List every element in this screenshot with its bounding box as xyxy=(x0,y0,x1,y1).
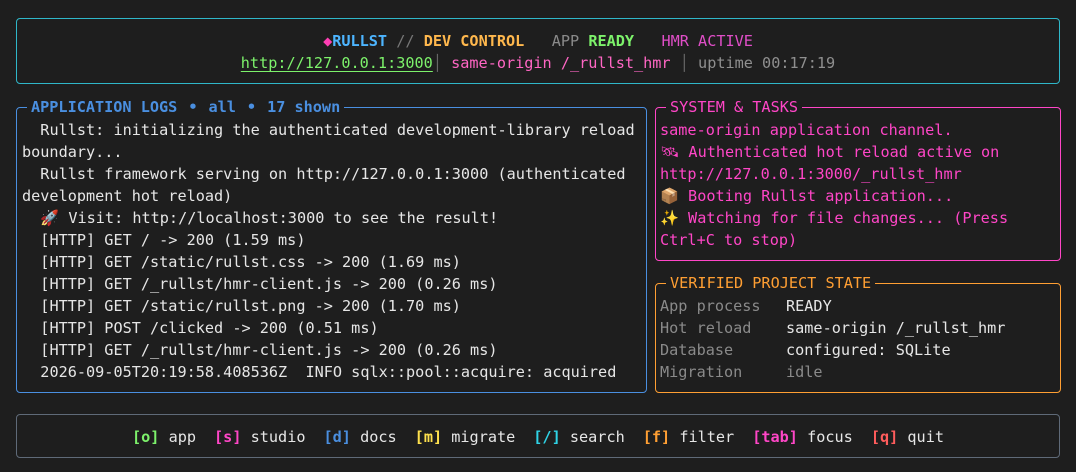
keybinding-key: [tab] xyxy=(752,428,798,446)
log-line: [HTTP] GET /_rullst/hmr-client.js -> 200… xyxy=(22,275,498,293)
system-tasks-panel[interactable]: SYSTEM & TASKS same-origin application c… xyxy=(655,96,1061,261)
keybinding-key: [q] xyxy=(870,428,899,446)
keybinding-key: [d] xyxy=(323,428,351,446)
system-line: ✨ Watching for file changes... (Press Ct… xyxy=(660,209,1018,249)
verified-title: VERIFIED PROJECT STATE xyxy=(666,272,876,294)
system-messages: same-origin application channel. 🛰 Authe… xyxy=(660,119,1054,251)
keybinding-label: quit xyxy=(907,428,944,446)
dot-separator: • xyxy=(188,98,198,116)
state-value: configured: SQLite xyxy=(786,341,951,359)
header-panel: ◆RULLST // DEV CONTROL APP READY HMR ACT… xyxy=(16,18,1060,84)
keybinding-label: docs xyxy=(360,428,397,446)
logs-filter: all xyxy=(208,98,236,116)
mode-label: DEV CONTROL xyxy=(423,32,525,50)
keybinding-label: studio xyxy=(250,428,306,446)
state-value: same-origin /_rullst_hmr xyxy=(786,319,1006,337)
state-row: App process READY xyxy=(660,295,1054,317)
divider: │ xyxy=(432,54,442,72)
app-status: READY xyxy=(588,32,635,50)
keybinding-label: search xyxy=(569,428,625,446)
state-value: READY xyxy=(786,297,832,315)
keybinding-app[interactable]: [o] app xyxy=(132,428,196,446)
log-line: [HTTP] GET /_rullst/hmr-client.js -> 200… xyxy=(22,341,498,359)
keybinding-migrate[interactable]: [m] migrate xyxy=(415,428,516,446)
state-row: Hot reload same-origin /_rullst_hmr xyxy=(660,317,1054,339)
header-status-line: ◆RULLST // DEV CONTROL APP READY HMR ACT… xyxy=(17,30,1059,52)
keybinding-label: migrate xyxy=(451,428,516,446)
log-list[interactable]: Rullst: initializing the authenticated d… xyxy=(22,119,638,383)
state-row: Database configured: SQLite xyxy=(660,339,1054,361)
application-logs-panel[interactable]: APPLICATION LOGS • all • 17 shown Rullst: in… xyxy=(16,96,647,393)
keybinding-key: [s] xyxy=(214,428,242,446)
system-title: SYSTEM & TASKS xyxy=(666,96,803,118)
state-key: Hot reload xyxy=(660,319,752,337)
log-line: Rullst: initializing the authenticated d… xyxy=(22,121,644,161)
log-line: 2026-09-05T20:19:58.408536Z INFO sqlx::p… xyxy=(22,363,617,381)
keybinding-studio[interactable]: [s] studio xyxy=(214,428,305,446)
state-row: Migration idle xyxy=(660,361,1054,383)
app-label: APP xyxy=(551,32,580,50)
brand-name: RULLST xyxy=(332,32,388,50)
system-line: same-origin application channel. xyxy=(660,121,953,139)
log-line: [HTTP] POST /clicked -> 200 (0.51 ms) xyxy=(22,319,379,337)
keybinding-key: [f] xyxy=(642,428,671,446)
log-line: [HTTP] GET / -> 200 (1.59 ms) xyxy=(22,231,306,249)
keybinding-label: app xyxy=(168,428,197,446)
state-key: App process xyxy=(660,297,761,315)
keybinding-quit[interactable]: [q] quit xyxy=(871,428,944,446)
system-line: 🛰 Authenticated hot reload active on htt… xyxy=(660,143,1009,183)
log-line: [HTTP] GET /static/rullst.png -> 200 (1.… xyxy=(22,297,461,315)
log-line: 🚀 Visit: http://localhost:3000 to see th… xyxy=(22,209,499,227)
hmr-origin: same-origin /_rullst_hmr xyxy=(451,54,671,72)
divider: │ xyxy=(679,54,689,72)
keybindings-footer: [o] app [s] studio [d] docs [m] migrate [/] … xyxy=(16,414,1060,458)
logs-count: 17 shown xyxy=(267,98,341,116)
keybinding-filter[interactable]: [f] filter xyxy=(643,428,734,446)
logs-title: APPLICATION LOGS xyxy=(31,98,178,116)
state-value: idle xyxy=(786,363,823,381)
keybinding-list: [o] app [s] studio [d] docs [m] migrate [/] … xyxy=(17,426,1059,448)
keybinding-docs[interactable]: [d] docs xyxy=(324,428,397,446)
state-key: Database xyxy=(660,341,734,359)
logs-title-bar: APPLICATION LOGS • all • 17 shown xyxy=(27,96,345,118)
header-separator: // xyxy=(396,32,415,50)
diamond-icon: ◆ xyxy=(323,32,333,50)
keybinding-key: [o] xyxy=(132,428,160,446)
keybinding-search[interactable]: [/] search xyxy=(533,428,624,446)
keybinding-label: filter xyxy=(679,428,735,446)
verified-state-panel: VERIFIED PROJECT STATE App process READY … xyxy=(655,272,1061,393)
log-line: Rullst framework serving on http://127.0… xyxy=(22,165,635,205)
keybinding-key: [m] xyxy=(414,428,443,446)
keybinding-focus[interactable]: [tab] focus xyxy=(752,428,853,446)
dot-separator: • xyxy=(246,98,257,116)
state-table: App process READY Hot reload same-origin /… xyxy=(660,295,1054,383)
keybinding-key: [/] xyxy=(533,428,561,446)
hmr-status: HMR ACTIVE xyxy=(661,32,753,50)
uptime: uptime 00:17:19 xyxy=(698,54,836,72)
header-info-line: http://127.0.0.1:3000│ same-origin /_rul… xyxy=(17,52,1059,74)
log-line: [HTTP] GET /static/rullst.css -> 200 (1.… xyxy=(22,253,461,271)
state-key: Migration xyxy=(660,363,743,381)
keybinding-label: focus xyxy=(807,428,853,446)
system-line: 📦 Booting Rullst application... xyxy=(660,187,954,205)
server-url-link[interactable]: http://127.0.0.1:3000 xyxy=(241,54,433,72)
